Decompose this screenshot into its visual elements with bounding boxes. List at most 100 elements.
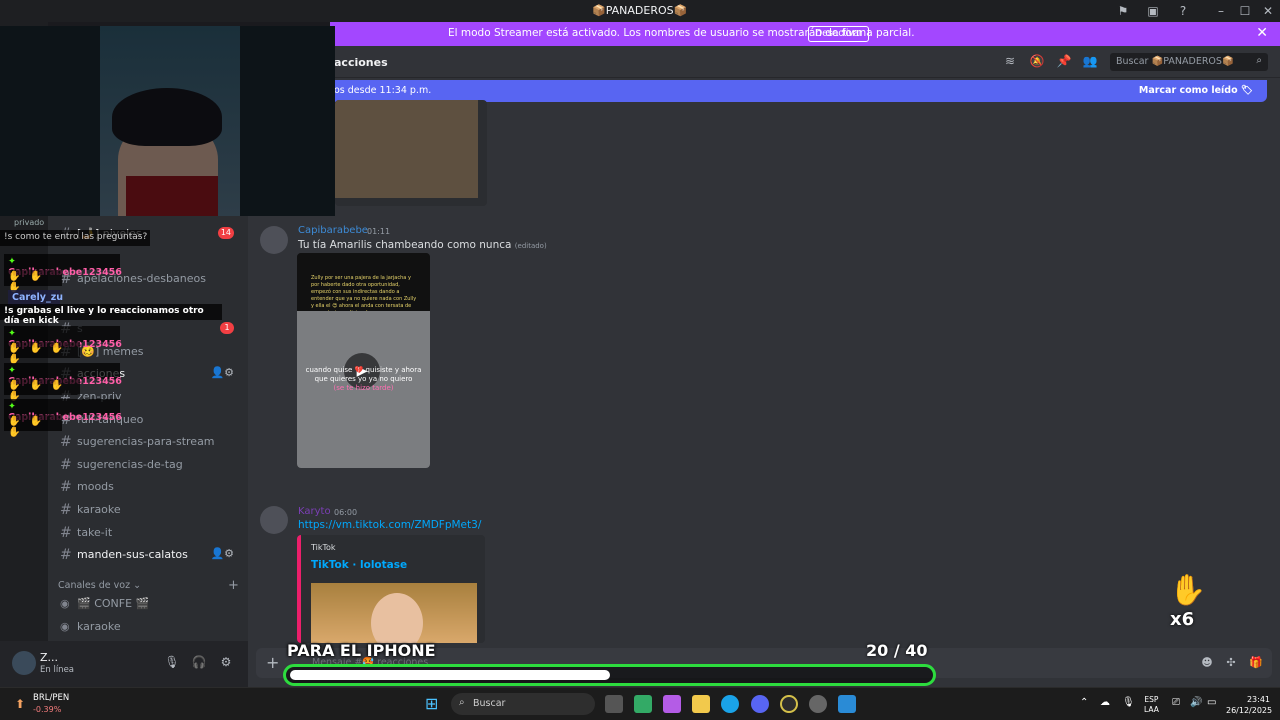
message-text: Tu tía Amarilis chambeando como nunca (e… [298, 239, 547, 251]
channel-item[interactable]: # karaoke [56, 499, 242, 521]
chat-row: !s como te entro las preguntas? [0, 230, 150, 246]
copilot-icon[interactable] [663, 695, 681, 713]
task-view-icon[interactable] [605, 695, 623, 713]
disable-streamer-mode-button[interactable]: Desactivar [808, 26, 870, 42]
channel-title: acciones [334, 56, 388, 69]
windows-taskbar: ⬆ BRL/PEN -0.39% ⊞ ⌕ Buscar ⌃ ☁ 🎙 ESP LA… [0, 687, 1280, 720]
channel-settings-icon[interactable]: 👤⚙ [210, 547, 234, 560]
embed-thumbnail[interactable] [311, 583, 477, 643]
voice-channel-item[interactable]: ◉ 🎬 CONFE 🎬 [56, 593, 242, 615]
channel-item[interactable]: # moods [56, 476, 242, 498]
chat-header-label: privado [14, 218, 45, 227]
settings-gear-icon[interactable]: ⚙ [218, 655, 234, 671]
threads-icon[interactable]: ≋ [1002, 54, 1018, 70]
pin-icon[interactable]: 📌 [1056, 54, 1072, 70]
windows-start-icon[interactable]: ⊞ [425, 694, 438, 713]
chat-row: ✋✋✋✋ [4, 379, 80, 402]
voice-category-header[interactable]: Canales de voz ⌄ [58, 580, 141, 591]
volume-icon[interactable]: 🔊 [1190, 697, 1202, 708]
embed-provider: TikTok [311, 543, 336, 552]
channel-item[interactable]: # take-it [56, 522, 242, 544]
network-icon[interactable]: ⎚ [1172, 697, 1180, 708]
headphones-icon[interactable]: 🎧 [191, 655, 207, 671]
message-author[interactable]: Karyto [298, 506, 331, 517]
username: Z... [40, 651, 59, 664]
app-icon[interactable] [780, 695, 798, 713]
chat-row: ✦ Capibarabebe123456 [4, 363, 122, 387]
clock[interactable]: 23:41 26/12/2025 [1226, 694, 1273, 716]
link-embed[interactable]: TikTok TikTok · lolotase [297, 535, 485, 643]
battery-icon[interactable]: ▭ [1207, 697, 1216, 708]
taskbar-search-placeholder: Buscar [473, 698, 506, 709]
stock-widget-icon[interactable]: ⬆ [12, 696, 28, 712]
add-attachment-icon[interactable]: + [266, 653, 279, 672]
chat-message: !s grabas el live y lo reaccionamos otro… [4, 306, 204, 326]
channel-name: manden-sus-calatos [77, 548, 188, 561]
gift-icon[interactable]: 🎁 [1249, 656, 1263, 670]
channel-name: karaoke [77, 503, 121, 516]
chat-row: !s grabas el live y lo reaccionamos otro… [0, 304, 222, 326]
file-explorer-icon[interactable] [692, 695, 710, 713]
hash-icon: # [60, 479, 72, 495]
goal-progress-fill [290, 670, 610, 680]
chat-row: ✦ Capibarabebe123456 [4, 254, 122, 278]
language-indicator[interactable]: ESP LAA [1144, 695, 1159, 715]
hash-icon: # [60, 457, 72, 473]
close-icon[interactable]: ✕ [1260, 3, 1276, 19]
language-code: ESP [1144, 695, 1159, 704]
new-messages-bar[interactable]: os desde 11:34 p.m. Marcar como leído 🏷 [330, 80, 1267, 102]
search-input[interactable]: Buscar 📦PANADEROS📦 ⌕ [1110, 53, 1268, 71]
mark-as-read-button[interactable]: Marcar como leído 🏷 [1139, 85, 1253, 96]
channel-name: moods [77, 480, 114, 493]
media-attachment[interactable] [335, 100, 487, 206]
message-timestamp: 06:00 [334, 508, 358, 517]
close-icon[interactable]: ✕ [1256, 25, 1268, 41]
discord-icon[interactable] [751, 695, 769, 713]
voice-channel-name: karaoke [77, 620, 121, 633]
window-titlebar: 📦PANADEROS📦 ⚑ ▣ ? – ☐ ✕ [0, 0, 1280, 22]
fx-pair[interactable]: BRL/PEN [33, 693, 69, 703]
avatar[interactable] [12, 651, 36, 675]
maximize-icon[interactable]: ☐ [1237, 3, 1253, 19]
apps-icon[interactable]: ✣ [1224, 656, 1238, 670]
inbox-icon[interactable]: ▣ [1145, 3, 1161, 19]
channel-item[interactable]: # manden-sus-calatos 👤⚙ [56, 544, 242, 566]
avatar[interactable] [260, 506, 288, 534]
flag-icon[interactable]: ⚑ [1115, 3, 1131, 19]
voice-channel-name: 🎬 CONFE 🎬 [77, 597, 150, 610]
microphone-icon[interactable]: 🎙 [164, 655, 180, 671]
widgets-icon[interactable] [634, 695, 652, 713]
channel-item[interactable]: # sugerencias-para-stream [56, 431, 242, 453]
message-link[interactable]: https://vm.tiktok.com/ZMDFpMet3/ [298, 519, 481, 531]
add-channel-icon[interactable]: + [228, 578, 239, 593]
help-icon[interactable]: ? [1175, 3, 1191, 19]
speaker-icon: ◉ [60, 597, 70, 610]
chevron-up-icon[interactable]: ⌃ [1080, 697, 1088, 708]
hash-icon: # [60, 547, 72, 563]
minimize-icon[interactable]: – [1213, 3, 1229, 19]
taskbar-search-input[interactable]: ⌕ Buscar [451, 693, 595, 715]
message-timestamp: 01:11 [367, 227, 391, 236]
clock-date: 26/12/2025 [1226, 706, 1273, 716]
clock-time: 23:41 [1246, 695, 1270, 704]
edited-tag: (editado) [514, 242, 547, 250]
chat-row: ✦ Capibarabebe123456 [4, 326, 122, 350]
obs-icon[interactable] [809, 695, 827, 713]
emoji-icon[interactable]: ☻ [1200, 656, 1214, 670]
mute-icon[interactable]: 🔕 [1029, 54, 1045, 70]
photos-icon[interactable] [838, 695, 856, 713]
embed-title[interactable]: TikTok · lolotase [311, 559, 407, 571]
members-icon[interactable]: 👥 [1082, 54, 1098, 70]
voice-channel-item[interactable]: ◉ karaoke [56, 616, 242, 638]
goal-label: PARA EL IPHONE [287, 641, 436, 660]
user-status: En línea [40, 665, 75, 675]
edge-icon[interactable] [721, 695, 739, 713]
speaker-icon: ◉ [60, 620, 70, 633]
microphone-icon[interactable]: 🎙 [1122, 697, 1135, 708]
webcam-hair [112, 88, 222, 146]
user-panel: Z... En línea 🎙 🎧 ⚙ [0, 641, 248, 687]
search-placeholder: Buscar 📦PANADEROS📦 [1116, 56, 1234, 67]
goal-progress-bar [283, 664, 936, 686]
cloud-icon[interactable]: ☁ [1100, 697, 1110, 708]
channel-item[interactable]: # sugerencias-de-tag [56, 454, 242, 476]
